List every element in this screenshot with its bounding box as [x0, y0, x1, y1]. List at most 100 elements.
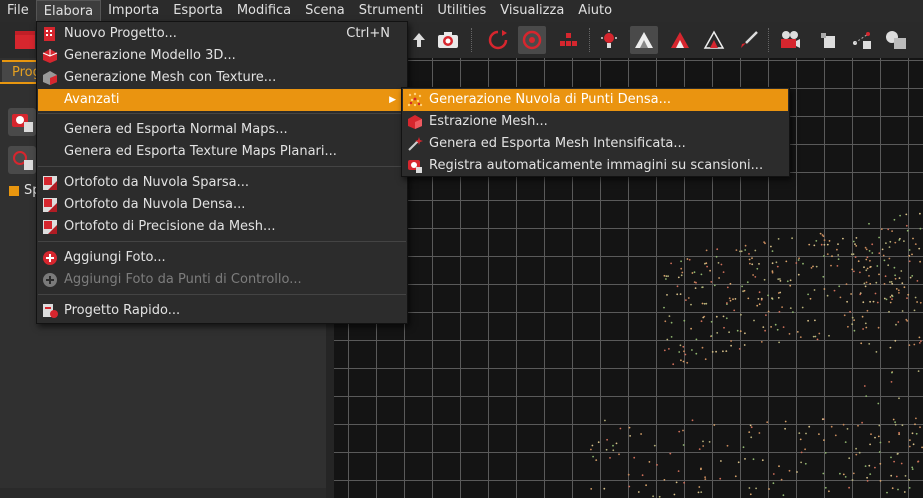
- cloud-point: [782, 494, 785, 497]
- cloud-point: [706, 265, 708, 268]
- menu-elabora[interactable]: Elabora: [35, 0, 102, 22]
- cloud-point: [918, 342, 921, 344]
- camera-group-icon[interactable]: [8, 108, 36, 136]
- menu-file[interactable]: File: [0, 0, 36, 22]
- cloud-point: [908, 344, 911, 346]
- cloud-point: [813, 289, 816, 291]
- cloud-point: [905, 224, 908, 227]
- solid-mesh-icon[interactable]: [630, 26, 658, 54]
- menu-item-generazione-mesh-texture[interactable]: Generazione Mesh con Texture...: [38, 67, 406, 89]
- cloud-point: [796, 471, 798, 473]
- menu-item-avanzati[interactable]: Avanzati ▶: [38, 89, 406, 111]
- cloud-point: [729, 299, 732, 302]
- menu-modifica[interactable]: Modifica: [230, 0, 298, 22]
- menu-item-ortofoto-nuvola-densa[interactable]: Ortofoto da Nuvola Densa...: [38, 194, 406, 216]
- cloud-point: [889, 296, 892, 298]
- menu-item-progetto-rapido[interactable]: Progetto Rapido...: [38, 300, 406, 322]
- cloud-point: [916, 280, 919, 282]
- shortcut-label: Ctrl+N: [346, 26, 390, 41]
- cloud-point: [891, 230, 893, 233]
- menu-item-aggiungi-foto[interactable]: Aggiungi Foto...: [38, 247, 406, 269]
- cloud-point: [679, 293, 682, 295]
- light-icon[interactable]: [595, 26, 623, 54]
- wireframe-mesh-icon[interactable]: [700, 26, 728, 54]
- cloud-point: [723, 326, 725, 329]
- cloud-point: [883, 297, 886, 300]
- cloud-point: [797, 259, 800, 261]
- menu-aiuto[interactable]: Aiuto: [571, 0, 619, 22]
- cloud-point: [876, 265, 879, 267]
- cloud-point: [663, 306, 665, 309]
- menu-item-texture-maps-planari[interactable]: Genera ed Esporta Texture Maps Planari..…: [38, 141, 406, 163]
- cloud-point: [888, 257, 891, 260]
- menu-esporta[interactable]: Esporta: [166, 0, 230, 22]
- cloud-point: [865, 395, 868, 397]
- camera-icon[interactable]: [434, 26, 462, 54]
- colored-mesh-icon[interactable]: [666, 26, 694, 54]
- cloud-point: [776, 265, 779, 268]
- elabora-menu: Nuovo Progetto... Ctrl+N Generazione Mod…: [36, 21, 408, 324]
- menu-item-normal-maps[interactable]: Genera ed Esporta Normal Maps...: [38, 119, 406, 141]
- cloud-point: [702, 440, 704, 443]
- cloud-point: [833, 289, 836, 292]
- cloud-point: [728, 297, 731, 300]
- menu-scena[interactable]: Scena: [298, 0, 352, 22]
- export-icon[interactable]: [815, 26, 843, 54]
- cloud-point: [604, 419, 606, 422]
- submenu-item-registra-immagini[interactable]: Registra automaticamente immagini su sca…: [403, 155, 788, 177]
- cloud-point: [868, 464, 871, 467]
- menu-item-ortofoto-precisione-mesh[interactable]: Ortofoto di Precisione da Mesh...: [38, 216, 406, 238]
- menu-item-nuovo-progetto[interactable]: Nuovo Progetto... Ctrl+N: [38, 23, 406, 45]
- cloud-point: [682, 360, 685, 363]
- menu-strumenti[interactable]: Strumenti: [352, 0, 431, 22]
- layer-color-swatch[interactable]: [9, 186, 19, 196]
- points-grid-icon[interactable]: [555, 26, 583, 54]
- cloud-point: [789, 284, 792, 287]
- menu-item-ortofoto-nuvola-sparsa[interactable]: Ortofoto da Nuvola Sparsa...: [38, 172, 406, 194]
- dense-group-icon[interactable]: [8, 146, 36, 174]
- cloud-point: [877, 402, 880, 405]
- submenu-item-estrazione-mesh[interactable]: Estrazione Mesh...: [403, 111, 788, 133]
- cloud-point: [889, 301, 892, 304]
- cloud-point: [695, 352, 698, 355]
- cloud-point: [757, 298, 760, 300]
- cloud-point: [695, 338, 698, 341]
- cloud-point: [823, 288, 826, 290]
- cloud-point: [900, 462, 903, 465]
- cloud-point: [663, 479, 666, 481]
- cloud-point: [883, 283, 886, 285]
- points-connect-icon[interactable]: [848, 26, 876, 54]
- cloud-point: [842, 473, 845, 476]
- arrow-icon[interactable]: [405, 26, 433, 54]
- menu-utilities[interactable]: Utilities: [430, 0, 493, 22]
- orbit-icon[interactable]: [518, 26, 546, 54]
- layers-icon[interactable]: [882, 26, 910, 54]
- cloud-point: [668, 348, 670, 350]
- menu-importa[interactable]: Importa: [101, 0, 166, 22]
- cloud-point: [858, 451, 861, 454]
- cloud-point: [838, 285, 841, 288]
- cloud-point: [911, 466, 914, 469]
- cloud-point: [852, 472, 855, 475]
- cloud-point: [857, 260, 860, 263]
- add-icon: [42, 272, 58, 288]
- cloud-point: [666, 338, 669, 341]
- cloud-point: [746, 281, 749, 284]
- cloud-point: [914, 296, 917, 299]
- cloud-point: [919, 227, 922, 230]
- submenu-item-mesh-intensificata[interactable]: Genera ed Esporta Mesh Intensificata...: [403, 133, 788, 155]
- menu-item-label: Progetto Rapido...: [64, 303, 181, 318]
- cloud-point: [854, 256, 857, 258]
- cloud-point: [778, 341, 780, 344]
- cloud-point: [898, 433, 900, 436]
- menu-visualizza[interactable]: Visualizza: [493, 0, 571, 22]
- brush-icon[interactable]: [735, 26, 763, 54]
- submenu-item-nuvola-punti-densa[interactable]: Generazione Nuvola di Punti Densa...: [403, 89, 788, 111]
- rotate-icon[interactable]: [484, 26, 512, 54]
- cloud-point: [861, 315, 864, 318]
- cloud-point: [912, 237, 914, 240]
- cloud-point: [770, 326, 772, 328]
- menu-separator: [38, 166, 406, 167]
- video-camera-icon[interactable]: [776, 26, 804, 54]
- menu-item-generazione-modello-3d[interactable]: Generazione Modello 3D...: [38, 45, 406, 67]
